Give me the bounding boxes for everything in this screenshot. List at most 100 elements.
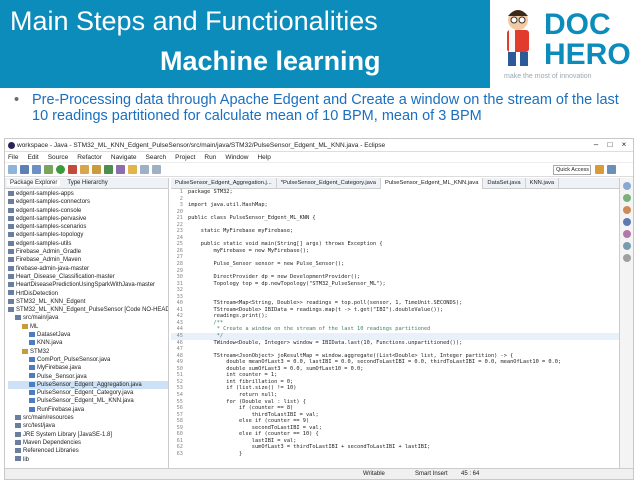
code-text: double sumOfLast3 = 0.0, sumOfLast10 = 0…: [188, 365, 364, 372]
new-icon[interactable]: [8, 165, 17, 174]
editor-tab-knn[interactable]: KNN.java: [526, 178, 560, 189]
tree-item[interactable]: Referenced Libraries: [8, 447, 168, 455]
eclipse-icon: [8, 141, 15, 149]
tree-item[interactable]: edgent-samples-utils: [8, 240, 168, 248]
menu-run[interactable]: Run: [204, 154, 216, 161]
problems-icon[interactable]: [622, 206, 631, 214]
save-icon[interactable]: [20, 165, 29, 174]
tree-item-label: Firebase_Admin_Gradle: [16, 249, 82, 256]
menu-window[interactable]: Window: [225, 154, 248, 161]
tree-item[interactable]: PulseSensor_Edgent_Category.java: [8, 389, 168, 397]
line-number: 63: [176, 450, 183, 457]
tree-item-label: firebase-admin-java-master: [16, 265, 90, 272]
task-list-icon[interactable]: [622, 194, 631, 202]
tree-item[interactable]: ML: [8, 323, 168, 331]
close-icon[interactable]: ×: [617, 139, 631, 151]
outline-icon[interactable]: [622, 182, 631, 190]
maximize-icon[interactable]: □: [603, 139, 617, 151]
status-writable: Writable: [363, 471, 385, 477]
tree-item[interactable]: edgent-samples-topology: [8, 231, 168, 239]
tree-item[interactable]: src/test/java: [8, 422, 168, 430]
run-icon[interactable]: [56, 165, 65, 174]
tree-item[interactable]: src/main/java: [8, 314, 168, 322]
editor-tab-category[interactable]: *PulseSensor_Edgent_Category.java: [277, 178, 381, 189]
tree-item-label: STM32: [30, 348, 50, 355]
editor-tab-aggregation[interactable]: PulseSensor_Edgent_Aggregation.j...: [171, 178, 277, 189]
tree-item-label: edgent-samples-pervasive: [16, 215, 87, 222]
bullet-icon: •: [14, 92, 20, 108]
tree-item[interactable]: PulseSensor_Edgent_ML_KNN.java: [8, 397, 168, 405]
tree-item[interactable]: edgent-samples-apps: [8, 190, 168, 198]
tree-item[interactable]: edgent-samples-pervasive: [8, 215, 168, 223]
tree-item[interactable]: STM32: [8, 348, 168, 356]
menu-file[interactable]: File: [8, 154, 18, 161]
console-icon[interactable]: [622, 218, 631, 226]
search-icon[interactable]: [128, 165, 137, 174]
java-file-icon: [29, 340, 35, 346]
project-icon: [8, 224, 14, 230]
tree-item[interactable]: Firebase_Admin_Maven: [8, 256, 168, 264]
menu-help[interactable]: Help: [257, 154, 270, 161]
forward-icon[interactable]: [152, 165, 161, 174]
new-java-project-icon[interactable]: [80, 165, 89, 174]
code-area[interactable]: 1 package STM32; 2 3 import java.util.HashMa…: [171, 189, 619, 468]
tree-item[interactable]: STM32_ML_KNN_Edgent_PulseSensor [Code NO…: [8, 306, 168, 314]
tab-package-explorer[interactable]: Package Explorer: [7, 180, 61, 186]
tree-item[interactable]: DatasetJava: [8, 331, 168, 339]
tree-item[interactable]: Firebase_Admin_Gradle: [8, 248, 168, 256]
java-file-icon: [29, 331, 35, 337]
progress-icon[interactable]: [622, 254, 631, 262]
code-text: readings.print();: [188, 313, 268, 320]
debug-icon[interactable]: [44, 165, 53, 174]
back-icon[interactable]: [140, 165, 149, 174]
tree-item[interactable]: HeartDiseasePredictionUsingSparkWithJava…: [8, 281, 168, 289]
tab-type-hierarchy[interactable]: Type Hierarchy: [64, 180, 110, 186]
save-all-icon[interactable]: [32, 165, 41, 174]
menu-search[interactable]: Search: [146, 154, 167, 161]
open-type-icon[interactable]: [116, 165, 125, 174]
menu-refactor[interactable]: Refactor: [77, 154, 102, 161]
tree-item[interactable]: Pulse_Sensor.java: [8, 373, 168, 381]
external-tools-icon[interactable]: [68, 165, 77, 174]
tree-item[interactable]: RunFirebase.java: [8, 406, 168, 414]
package-explorer: Package Explorer Type Hierarchy edgent-s…: [5, 178, 169, 468]
tree-item[interactable]: edgent-samples-scenarios: [8, 223, 168, 231]
minimize-icon[interactable]: –: [589, 139, 603, 151]
tree-item[interactable]: Heart_Disease_Classification-master: [8, 273, 168, 281]
javadoc-icon[interactable]: [622, 230, 631, 238]
new-package-icon[interactable]: [92, 165, 101, 174]
menu-navigate[interactable]: Navigate: [111, 154, 137, 161]
slide-header: Main Steps and Functionalities Machine l…: [0, 0, 638, 88]
tree-item[interactable]: lib: [8, 456, 168, 464]
tree-item[interactable]: PulseSensor_Edgent_Aggregation.java: [8, 380, 168, 390]
tree-item[interactable]: KNN.java: [8, 339, 168, 347]
tree-item[interactable]: src/main/resources: [8, 414, 168, 422]
code-text: for (Double val : list) {: [188, 398, 306, 405]
tree-item[interactable]: firebase-admin-java-master: [8, 265, 168, 273]
eclipse-window: workspace - Java - STM32_ML_KNN_Edgent_P…: [4, 138, 634, 480]
java-perspective-icon[interactable]: [595, 165, 604, 174]
editor-tab-ml-knn[interactable]: PulseSensor_Edgent_ML_KNN.java: [380, 178, 484, 189]
tree-item[interactable]: edgent-samples-connectors: [8, 198, 168, 206]
quick-access-input[interactable]: Quick Access: [553, 165, 591, 175]
new-class-icon[interactable]: [104, 165, 113, 174]
project-icon: [8, 240, 14, 246]
tree-item-label: HeartDiseasePredictionUsingSparkWithJava…: [16, 282, 156, 289]
tree-item[interactable]: HrtDisDetection: [8, 290, 168, 298]
tree-item[interactable]: STM32_ML_KNN_Edgent: [8, 298, 168, 306]
debug-perspective-icon[interactable]: [607, 165, 616, 174]
tree-item[interactable]: MyFirebase.java: [8, 364, 168, 372]
tree-item[interactable]: Maven Dependencies: [8, 439, 168, 447]
tree-item[interactable]: edgent-samples-console: [8, 207, 168, 215]
declaration-icon[interactable]: [622, 242, 631, 250]
menu-edit[interactable]: Edit: [27, 154, 38, 161]
tree-item-label: Pulse_Sensor.java: [37, 373, 87, 380]
menu-project[interactable]: Project: [175, 154, 195, 161]
java-file-icon: [29, 381, 35, 387]
project-icon: [8, 298, 14, 304]
editor-tab-dataset[interactable]: DataSet.java: [483, 178, 526, 189]
tree-item[interactable]: ComPort_PulseSensor.java: [8, 356, 168, 364]
menu-source[interactable]: Source: [48, 154, 69, 161]
tree-item[interactable]: JRE System Library [JavaSE-1.8]: [8, 431, 168, 439]
code-text: int fibrillation = 0;: [188, 378, 294, 385]
